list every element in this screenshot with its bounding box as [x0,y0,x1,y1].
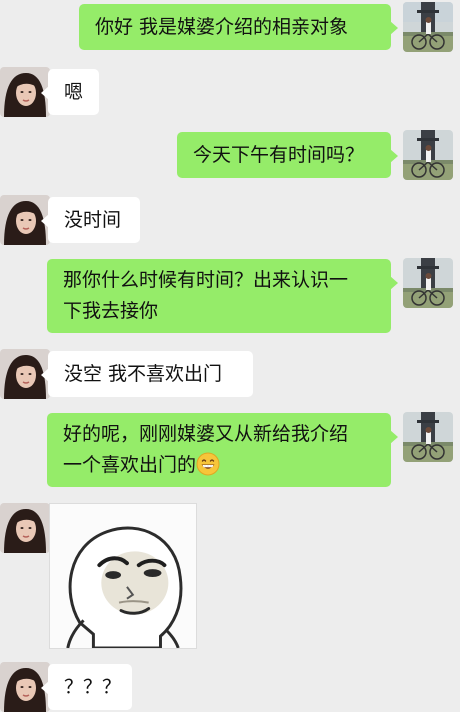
message-text: ？？？ [64,675,122,698]
message-line: 一个喜欢出门的 [63,450,348,481]
message-text: 好的呢，刚刚媒婆又从新给我介绍 一个喜欢出门的 [63,419,348,481]
message-text: 嗯 [64,80,84,103]
my-avatar[interactable] [403,130,453,180]
contact-message-bubble[interactable]: 没空 我不喜欢出门 [41,351,253,397]
message-line: 好的呢，刚刚媒婆又从新给我介绍 [63,423,349,445]
message-text: 没时间 [64,208,122,231]
contact-message-bubble[interactable]: ？？？ [41,664,132,710]
my-avatar[interactable] [403,2,453,52]
my-message-bubble[interactable]: 那你什么时候有时间？出来认识一 下我去接你 [47,259,398,333]
chat-area: 你好 我是媒婆介绍的相亲对象 嗯 今天下午有时间吗？ 没时间 那你什么时候有时间… [0,0,460,712]
woman-portrait-avatar-icon [0,503,50,553]
cyclist-photo-avatar-icon [403,130,453,180]
grinning-emoji-icon [196,452,220,476]
message-text: 那你什么时候有时间？出来认识一 下我去接你 [63,265,348,327]
message-line: 那你什么时候有时间？出来认识一 [63,269,349,291]
my-avatar[interactable] [403,258,453,308]
my-message-bubble[interactable]: 好的呢，刚刚媒婆又从新给我介绍 一个喜欢出门的 [47,413,398,487]
message-line-text: 一个喜欢出门的 [63,454,197,476]
cyclist-photo-avatar-icon [403,412,453,462]
cyclist-photo-avatar-icon [403,258,453,308]
my-message-bubble[interactable]: 你好 我是媒婆介绍的相亲对象 [79,4,398,50]
message-text: 没空 我不喜欢出门 [64,362,223,385]
message-line: 下我去接你 [63,300,159,322]
my-message-bubble[interactable]: 今天下午有时间吗？ [177,132,398,178]
contact-message-bubble[interactable]: 嗯 [41,69,99,115]
contact-avatar[interactable] [0,503,50,553]
contact-message-bubble[interactable]: 没时间 [41,197,140,243]
panda-face-meme-sticker-icon [50,504,196,648]
cyclist-photo-avatar-icon [403,2,453,52]
sticker-message[interactable] [49,503,197,649]
message-text: 今天下午有时间吗？ [193,143,365,166]
message-text: 你好 我是媒婆介绍的相亲对象 [95,15,349,38]
my-avatar[interactable] [403,412,453,462]
